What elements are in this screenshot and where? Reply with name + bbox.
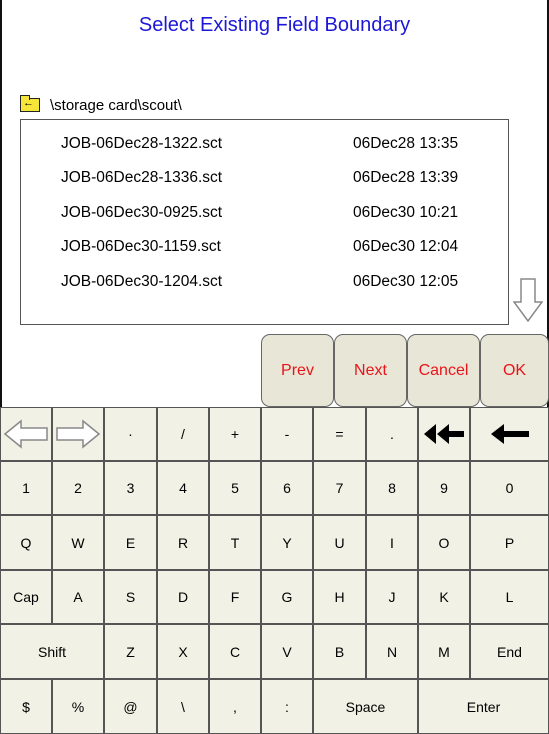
file-name: JOB-06Dec28-1336.sct: [61, 169, 223, 186]
cancel-button[interactable]: Cancel: [407, 334, 480, 407]
key-s[interactable]: S: [104, 570, 157, 624]
on-screen-keyboard: · / + - = . 1 2 3 4 5 6 7 8 9 0 Q W E R …: [0, 407, 549, 734]
key-p[interactable]: P: [470, 515, 549, 570]
key-plus[interactable]: +: [209, 407, 261, 461]
key-y[interactable]: Y: [261, 515, 313, 570]
key-period[interactable]: .: [366, 407, 418, 461]
key-colon[interactable]: :: [261, 679, 313, 734]
space-key[interactable]: Space: [313, 679, 418, 734]
key-w[interactable]: W: [52, 515, 104, 570]
key-equals[interactable]: =: [313, 407, 366, 461]
arrow-left-bold-icon: [490, 423, 530, 445]
key-z[interactable]: Z: [104, 624, 157, 679]
key-7[interactable]: 7: [313, 461, 366, 515]
key-minus[interactable]: -: [261, 407, 313, 461]
key-k[interactable]: K: [418, 570, 470, 624]
key-2[interactable]: 2: [52, 461, 104, 515]
key-x[interactable]: X: [157, 624, 209, 679]
next-button[interactable]: Next: [334, 334, 407, 407]
file-date: 06Dec30 12:05: [353, 273, 459, 290]
key-backslash[interactable]: \: [157, 679, 209, 734]
key-4[interactable]: 4: [157, 461, 209, 515]
key-e[interactable]: E: [104, 515, 157, 570]
key-d[interactable]: D: [157, 570, 209, 624]
dialog-screen: Select Existing Field Boundary ← \storag…: [0, 0, 549, 734]
key-g[interactable]: G: [261, 570, 313, 624]
key-o[interactable]: O: [418, 515, 470, 570]
key-0[interactable]: 0: [470, 461, 549, 515]
key-l[interactable]: L: [470, 570, 549, 624]
ok-button[interactable]: OK: [480, 334, 549, 407]
key-slash[interactable]: /: [157, 407, 209, 461]
breadcrumb: ← \storage card\scout\: [20, 94, 182, 116]
key-at[interactable]: @: [104, 679, 157, 734]
key-m[interactable]: M: [418, 624, 470, 679]
key-c[interactable]: C: [209, 624, 261, 679]
list-item[interactable]: JOB-06Dec30-0925.sct 06Dec30 10:21: [21, 199, 508, 229]
list-item[interactable]: JOB-06Dec30-1204.sct 06Dec30 12:05: [21, 268, 508, 298]
scroll-down-arrow-icon[interactable]: [512, 278, 544, 323]
shift-key[interactable]: Shift: [0, 624, 104, 679]
list-item[interactable]: JOB-06Dec28-1322.sct 06Dec28 13:35: [21, 130, 508, 160]
key-9[interactable]: 9: [418, 461, 470, 515]
backspace-key[interactable]: [470, 407, 549, 461]
prev-button[interactable]: Prev: [261, 334, 334, 407]
key-3[interactable]: 3: [104, 461, 157, 515]
path-label: \storage card\scout\: [50, 96, 182, 114]
end-key[interactable]: End: [470, 624, 549, 679]
list-item[interactable]: JOB-06Dec30-1159.sct 06Dec30 12:04: [21, 233, 508, 263]
key-f[interactable]: F: [209, 570, 261, 624]
key-r[interactable]: R: [157, 515, 209, 570]
key-middle-dot[interactable]: ·: [104, 407, 157, 461]
key-u[interactable]: U: [313, 515, 366, 570]
file-date: 06Dec28 13:39: [353, 169, 459, 186]
key-n[interactable]: N: [366, 624, 418, 679]
file-list[interactable]: JOB-06Dec28-1322.sct 06Dec28 13:35 JOB-0…: [20, 119, 509, 325]
folder-up-icon[interactable]: ←: [20, 95, 40, 112]
key-8[interactable]: 8: [366, 461, 418, 515]
key-comma[interactable]: ,: [209, 679, 261, 734]
key-t[interactable]: T: [209, 515, 261, 570]
file-name: JOB-06Dec30-0925.sct: [61, 204, 223, 221]
file-name: JOB-06Dec28-1322.sct: [61, 135, 223, 152]
key-5[interactable]: 5: [209, 461, 261, 515]
arrow-right-outline-icon: [55, 419, 101, 449]
key-q[interactable]: Q: [0, 515, 52, 570]
arrow-left-key[interactable]: [0, 407, 52, 461]
key-v[interactable]: V: [261, 624, 313, 679]
key-b[interactable]: B: [313, 624, 366, 679]
file-date: 06Dec30 12:04: [353, 238, 459, 255]
double-arrow-left-icon: [423, 423, 465, 445]
delete-word-key[interactable]: [418, 407, 470, 461]
key-i[interactable]: I: [366, 515, 418, 570]
key-percent[interactable]: %: [52, 679, 104, 734]
file-date: 06Dec30 10:21: [353, 204, 459, 221]
file-name: JOB-06Dec30-1159.sct: [61, 238, 221, 255]
list-item[interactable]: JOB-06Dec28-1336.sct 06Dec28 13:39: [21, 164, 508, 194]
key-6[interactable]: 6: [261, 461, 313, 515]
enter-key[interactable]: Enter: [418, 679, 549, 734]
file-date: 06Dec28 13:35: [353, 135, 459, 152]
key-dollar[interactable]: $: [0, 679, 52, 734]
key-a[interactable]: A: [52, 570, 104, 624]
key-1[interactable]: 1: [0, 461, 52, 515]
key-j[interactable]: J: [366, 570, 418, 624]
key-h[interactable]: H: [313, 570, 366, 624]
arrow-left-outline-icon: [3, 419, 49, 449]
page-title: Select Existing Field Boundary: [138, 14, 411, 36]
arrow-right-key[interactable]: [52, 407, 104, 461]
file-name: JOB-06Dec30-1204.sct: [61, 273, 223, 290]
caps-key[interactable]: Cap: [0, 570, 52, 624]
